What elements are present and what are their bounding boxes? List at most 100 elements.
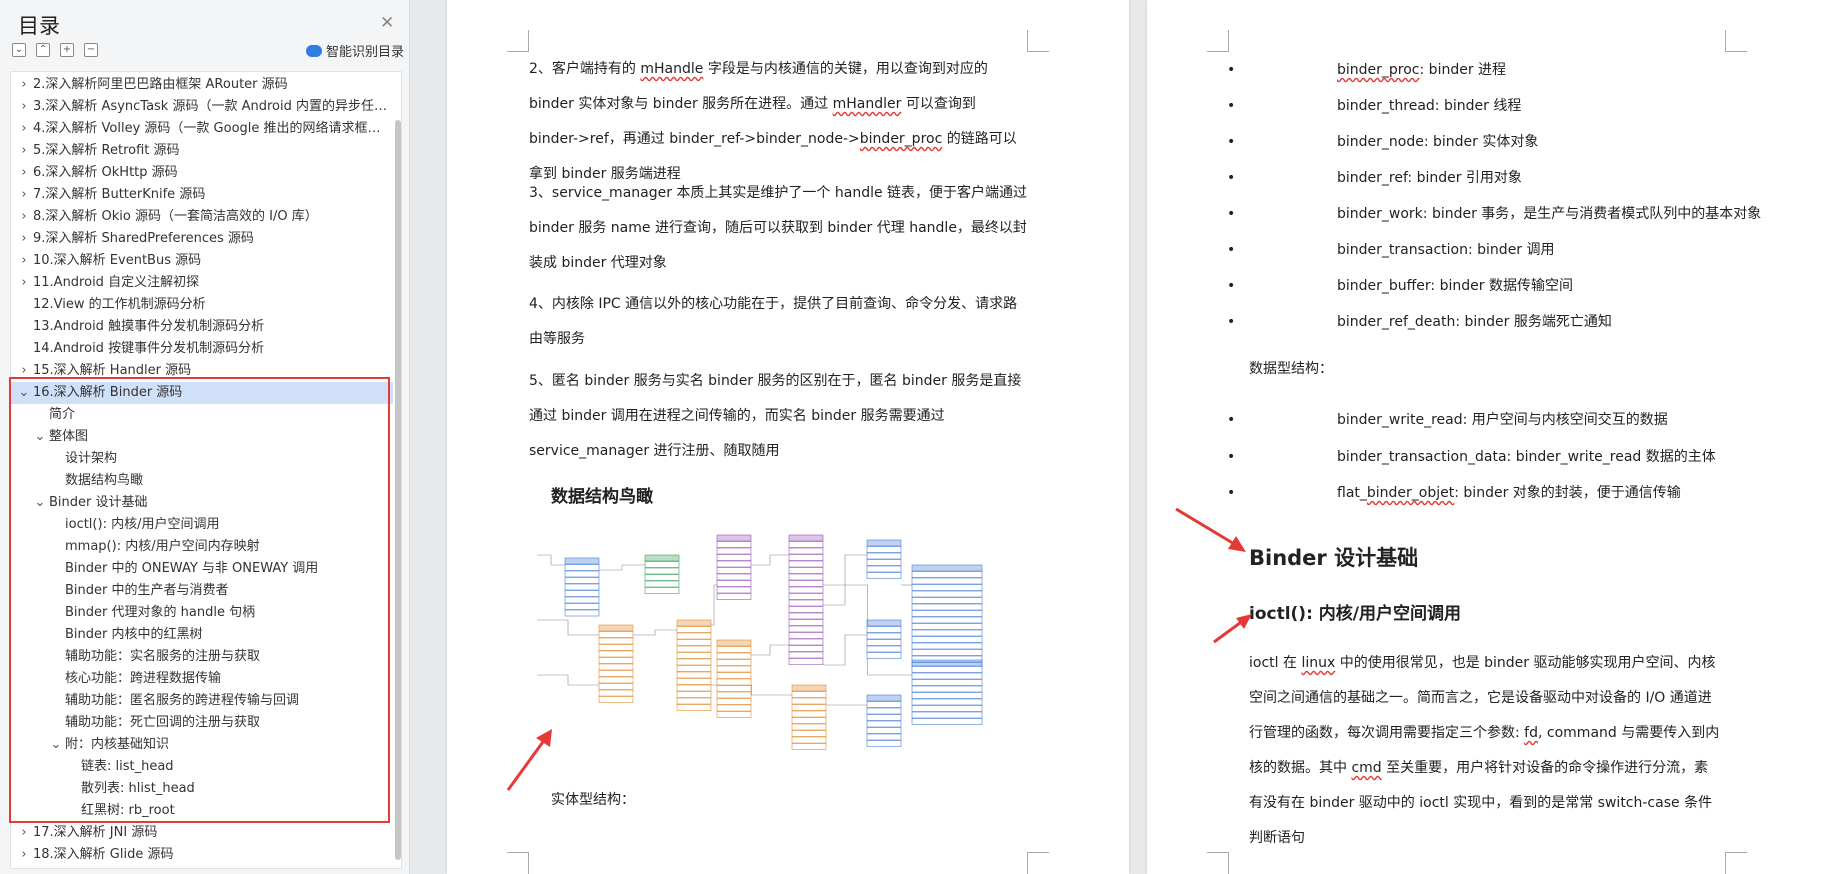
- toc-item[interactable]: › 3.深入解析 AsyncTask 源码（一款 Android 内置的异步任务…: [11, 96, 393, 118]
- bullet-item: • binder_proc: binder 进程: [1227, 52, 1787, 88]
- bullet-text: binder_proc: binder 进程: [1337, 62, 1507, 78]
- toc-item[interactable]: 核心功能：跨进程数据传输: [11, 668, 393, 690]
- toc-item[interactable]: 13.Android 触摸事件分发机制源码分析: [11, 316, 393, 338]
- collapse-all-icon[interactable]: ⌃: [36, 43, 50, 57]
- toc-item-label: 链表: list_head: [81, 759, 174, 774]
- chevron-right-icon[interactable]: ›: [17, 118, 31, 140]
- toc-item[interactable]: › 18.深入解析 Glide 源码: [11, 844, 393, 866]
- bullet-text: binder_ref_death: binder 服务端死亡通知: [1337, 314, 1612, 330]
- red-arrow-diagram: [506, 729, 552, 791]
- bullet-icon: •: [1227, 448, 1236, 465]
- toc-item[interactable]: 辅助功能：死亡回调的注册与获取: [11, 712, 393, 734]
- toc-tree: › 2.深入解析阿里巴巴路由框架 ARouter 源码 › 3.深入解析 AsyncT…: [10, 71, 402, 869]
- toc-item[interactable]: › 10.深入解析 EventBus 源码: [11, 250, 393, 272]
- toc-item[interactable]: › 2.深入解析阿里巴巴路由框架 ARouter 源码: [11, 74, 393, 96]
- ioctl-paragraph: ioctl 在 linux 中的使用很常见，也是 binder 驱动能够实现用户…: [1249, 655, 1720, 846]
- toc-sidebar: 目录 ✕ ⌄ ⌃ + − 智能识别目录 › 2.深入解析阿里巴巴路由框架 ARou…: [0, 0, 410, 874]
- expand-all-icon[interactable]: ⌄: [12, 43, 26, 57]
- smart-toc-icon: [306, 45, 322, 57]
- bullet-text: binder_transaction_data: binder_write_re…: [1337, 448, 1716, 465]
- chevron-right-icon[interactable]: ›: [17, 140, 31, 162]
- toc-item[interactable]: › 6.深入解析 OkHttp 源码: [11, 162, 393, 184]
- add-entry-icon[interactable]: +: [60, 43, 74, 57]
- toc-item-label: 简介: [49, 407, 76, 422]
- chevron-right-icon[interactable]: ›: [17, 162, 31, 184]
- chevron-right-icon[interactable]: ›: [17, 74, 31, 96]
- bullet-icon: •: [1227, 278, 1236, 294]
- toc-item-label: 整体图: [49, 429, 89, 444]
- bullet-item: • binder_ref_death: binder 服务端死亡通知: [1227, 304, 1787, 340]
- toc-item-label: 5.深入解析 Retrofit 源码: [33, 143, 180, 158]
- bullet-icon: •: [1227, 314, 1236, 330]
- bullet-icon: •: [1227, 98, 1236, 114]
- toc-item-label: 11.Android 自定义注解初探: [33, 275, 200, 290]
- toc-item[interactable]: › 8.深入解析 Okio 源码（一套简洁高效的 I/O 库）: [11, 206, 393, 228]
- toc-item-label: 2.深入解析阿里巴巴路由框架 ARouter 源码: [33, 77, 288, 92]
- chevron-right-icon[interactable]: ›: [17, 184, 31, 206]
- toc-item[interactable]: › 7.深入解析 ButterKnife 源码: [11, 184, 393, 206]
- toc-item[interactable]: 辅助功能：匿名服务的跨进程传输与回调: [11, 690, 393, 712]
- toc-item[interactable]: 14.Android 按键事件分发机制源码分析: [11, 338, 393, 360]
- toc-item[interactable]: 红黑树: rb_root: [11, 800, 393, 822]
- chevron-right-icon[interactable]: ›: [17, 250, 31, 272]
- toc-item[interactable]: › 9.深入解析 SharedPreferences 源码: [11, 228, 393, 250]
- toc-item-label: 15.深入解析 Handler 源码: [33, 363, 192, 378]
- toc-item[interactable]: 12.View 的工作机制源码分析: [11, 294, 393, 316]
- toc-item[interactable]: ⌄ Binder 设计基础: [11, 492, 393, 514]
- toc-item-label: 18.深入解析 Glide 源码: [33, 847, 174, 862]
- toc-item[interactable]: 设计架构: [11, 448, 393, 470]
- close-icon[interactable]: ✕: [380, 13, 394, 33]
- chevron-right-icon[interactable]: ›: [17, 206, 31, 228]
- toc-item-label: Binder 中的生产者与消费者: [65, 583, 229, 598]
- toc-item-label: 14.Android 按键事件分发机制源码分析: [33, 341, 265, 356]
- chevron-right-icon[interactable]: ›: [17, 360, 31, 382]
- toc-item[interactable]: 简介: [11, 404, 393, 426]
- chevron-right-icon[interactable]: ›: [17, 96, 31, 118]
- toc-item[interactable]: › 15.深入解析 Handler 源码: [11, 360, 393, 382]
- toc-item[interactable]: › 11.Android 自定义注解初探: [11, 272, 393, 294]
- toc-item[interactable]: 链表: list_head: [11, 756, 393, 778]
- toc-item[interactable]: ⌄ 整体图: [11, 426, 393, 448]
- paragraph-5: 5、匿名 binder 服务与实名 binder 服务的区别在于，匿名 bind…: [529, 373, 1022, 459]
- bullet-text: binder_write_read: 用户空间与内核空间交互的数据: [1337, 412, 1668, 428]
- bullet-item: • binder_ref: binder 引用对象: [1227, 160, 1787, 196]
- remove-entry-icon[interactable]: −: [84, 43, 98, 57]
- chevron-right-icon[interactable]: ›: [17, 228, 31, 250]
- chevron-right-icon[interactable]: ›: [17, 272, 31, 294]
- chevron-down-icon[interactable]: ⌄: [17, 382, 31, 404]
- toc-item-label: 8.深入解析 Okio 源码（一套简洁高效的 I/O 库）: [33, 209, 318, 224]
- toc-item[interactable]: Binder 中的 ONEWAY 与非 ONEWAY 调用: [11, 558, 393, 580]
- toc-item-label: 辅助功能：实名服务的注册与获取: [65, 649, 261, 664]
- chevron-down-icon[interactable]: ⌄: [33, 426, 47, 448]
- bullet-text: binder_node: binder 实体对象: [1337, 134, 1539, 150]
- chevron-right-icon[interactable]: ›: [17, 844, 31, 866]
- toc-item[interactable]: ⌄ 附：内核基础知识: [11, 734, 393, 756]
- toc-item[interactable]: ioctl(): 内核/用户空间调用: [11, 514, 393, 536]
- toc-item-label: 辅助功能：死亡回调的注册与获取: [65, 715, 261, 730]
- chevron-down-icon[interactable]: ⌄: [33, 492, 47, 514]
- toc-item[interactable]: › 17.深入解析 JNI 源码: [11, 822, 393, 844]
- toc-item[interactable]: 辅助功能：实名服务的注册与获取: [11, 646, 393, 668]
- toc-item[interactable]: 数据结构鸟瞰: [11, 470, 393, 492]
- toc-item[interactable]: › 4.深入解析 Volley 源码（一款 Google 推出的网络请求框架…: [11, 118, 393, 140]
- toc-title: 目录: [18, 14, 60, 38]
- toc-item[interactable]: › 5.深入解析 Retrofit 源码: [11, 140, 393, 162]
- toc-item-label: 9.深入解析 SharedPreferences 源码: [33, 231, 254, 246]
- toc-item[interactable]: mmap(): 内核/用户空间内存映射: [11, 536, 393, 558]
- toc-item[interactable]: 散列表: hlist_head: [11, 778, 393, 800]
- red-arrow-heading: [1175, 507, 1246, 552]
- toc-scrollbar-thumb[interactable]: [395, 120, 401, 860]
- toc-item[interactable]: ⌄ 16.深入解析 Binder 源码: [11, 382, 393, 404]
- toc-scrollbar[interactable]: [394, 72, 402, 868]
- chevron-down-icon[interactable]: ⌄: [49, 734, 63, 756]
- toc-item[interactable]: Binder 内核中的红黑树: [11, 624, 393, 646]
- chevron-right-icon[interactable]: ›: [17, 822, 31, 844]
- toc-item[interactable]: Binder 中的生产者与消费者: [11, 580, 393, 602]
- entity-structure-label: 实体型结构：: [551, 792, 635, 808]
- toc-item[interactable]: Binder 代理对象的 handle 句柄: [11, 602, 393, 624]
- toc-item-label: 红黑树: rb_root: [81, 803, 175, 818]
- bullet-icon: •: [1227, 170, 1236, 186]
- smart-toc-button[interactable]: 智能识别目录: [306, 41, 404, 60]
- toc-item-label: mmap(): 内核/用户空间内存映射: [65, 539, 260, 554]
- bullet-item: • binder_buffer: binder 数据传输空间: [1227, 268, 1787, 304]
